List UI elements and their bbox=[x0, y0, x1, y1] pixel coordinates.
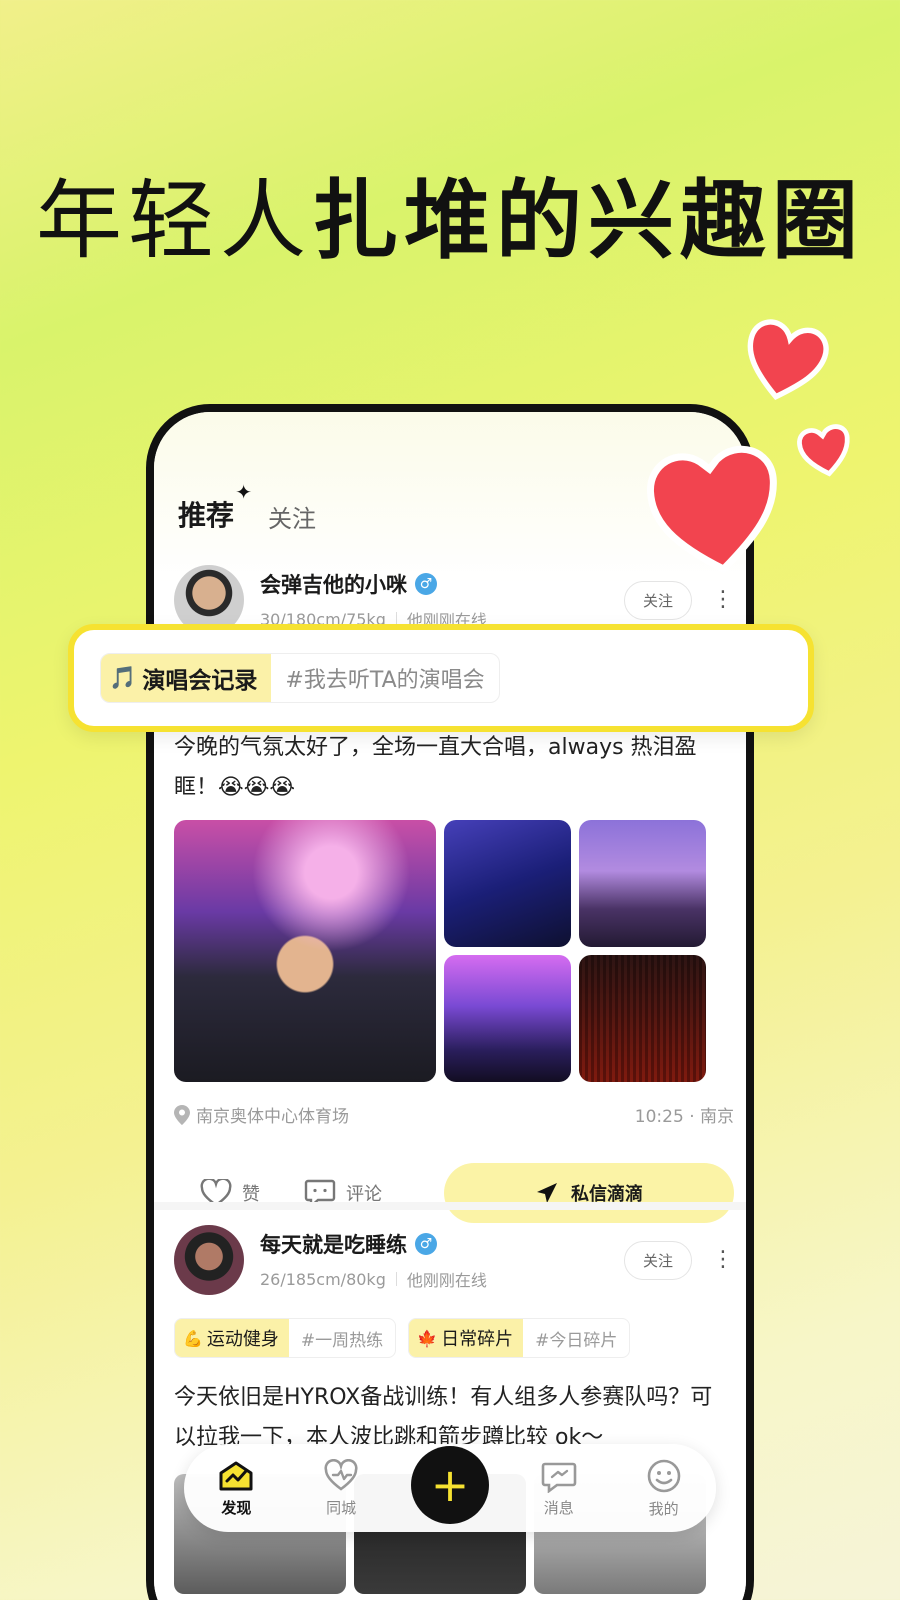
follow-button[interactable]: 关注 bbox=[623, 1240, 692, 1280]
topic-chip[interactable]: 💪 运动健身 #一周热练 bbox=[174, 1318, 397, 1358]
message-icon bbox=[541, 1462, 577, 1493]
topic-name: 日常碎片 bbox=[441, 1329, 514, 1350]
concert-selfie-photo[interactable] bbox=[174, 820, 436, 1082]
discover-icon bbox=[219, 1461, 253, 1490]
nearby-heart-icon bbox=[324, 1458, 358, 1491]
post-text: 今晚的气氛太好了，全场一直大合唱，always 热泪盈眶！😭😭😭 bbox=[174, 735, 697, 800]
crowd-lights-photo[interactable] bbox=[444, 955, 571, 1082]
location[interactable]: 南京奥体中心体育场 bbox=[174, 1102, 349, 1127]
male-gender-icon: ♂ bbox=[415, 573, 437, 595]
online-status: 他刚刚在线 bbox=[406, 1271, 487, 1290]
username[interactable]: 每天就是吃睡练 ♂ bbox=[260, 1229, 624, 1259]
username-label: 会弹吉他的小咪 bbox=[260, 573, 407, 597]
smiley-icon bbox=[647, 1459, 680, 1492]
location-label: 南京奥体中心体育场 bbox=[196, 1107, 349, 1127]
post-plus-button[interactable]: + bbox=[410, 1446, 489, 1524]
topic-highlight-card: 🎵 演唱会记录 #我去听TA的演唱会 bbox=[68, 624, 814, 732]
more-vertical-icon[interactable]: ⋮ bbox=[712, 1249, 734, 1271]
topic-tag: #今日碎片 bbox=[535, 1330, 618, 1351]
heart-icon bbox=[747, 319, 829, 401]
user-stats: 26/185cm/80kg 他刚刚在线 bbox=[260, 1267, 624, 1291]
topic-chip[interactable]: 🍁 日常碎片 #今日碎片 bbox=[408, 1318, 631, 1358]
post-card: 每天就是吃睡练 ♂ 26/185cm/80kg 他刚刚在线 关注 ⋮ 💪 运动健身… bbox=[174, 1224, 734, 1594]
music-note-icon: 🎵 bbox=[109, 665, 137, 691]
avatar[interactable] bbox=[174, 1225, 244, 1295]
bottom-tab-bar: 发现 同城 + 消息 我的 bbox=[184, 1444, 716, 1532]
post-time: 10:25 · 南京 bbox=[634, 1107, 734, 1127]
topic-tag: #一周热练 bbox=[300, 1330, 384, 1351]
tab-recommend[interactable]: 推荐 ✦ bbox=[173, 480, 252, 534]
topic-name: 演唱会记录 bbox=[142, 668, 258, 694]
location-pin-icon bbox=[174, 1104, 190, 1125]
flexed-arm-icon: 💪 bbox=[183, 1328, 203, 1348]
divider bbox=[395, 1272, 397, 1286]
topic-chip[interactable]: 🎵 演唱会记录 #我去听TA的演唱会 bbox=[100, 653, 500, 703]
photo-grid bbox=[174, 820, 706, 1082]
leaf-icon: 🍁 bbox=[417, 1328, 438, 1348]
post-header: 每天就是吃睡练 ♂ 26/185cm/80kg 他刚刚在线 关注 ⋮ bbox=[174, 1224, 734, 1296]
tab-me-label: 我的 bbox=[648, 1499, 679, 1518]
promo-headline: 年轻人扎堆的兴趣圈 bbox=[0, 150, 900, 275]
more-vertical-icon[interactable]: ⋮ bbox=[712, 589, 734, 611]
sparkle-icon: ✦ bbox=[235, 480, 253, 504]
tab-nearby[interactable]: 同城 bbox=[306, 1458, 376, 1518]
tab-me[interactable]: 我的 bbox=[629, 1458, 699, 1519]
dm-button[interactable]: 私信滴滴 bbox=[444, 1163, 734, 1223]
body-stats: 26/185cm/80kg bbox=[260, 1269, 386, 1289]
username-label: 每天就是吃睡练 bbox=[260, 1233, 407, 1257]
lightsticks-photo[interactable] bbox=[444, 820, 571, 947]
headline-bold: 扎堆的兴趣圈 bbox=[312, 171, 864, 271]
heart-icon bbox=[797, 424, 850, 477]
phone-mockup: 推荐 ✦ 关注 会弹吉他的小咪 ♂ 30/180cm/75kg 他刚刚在线 关注… bbox=[146, 404, 754, 1600]
tab-following[interactable]: 关注 bbox=[268, 499, 316, 534]
location-row: 南京奥体中心体育场 10:25 · 南京 bbox=[174, 1102, 734, 1127]
tab-recommend-label: 推荐 bbox=[178, 499, 235, 532]
username[interactable]: 会弹吉他的小咪 ♂ bbox=[260, 569, 624, 599]
follow-button[interactable]: 关注 bbox=[623, 580, 692, 620]
male-gender-icon: ♂ bbox=[415, 1233, 437, 1255]
heart-icon bbox=[646, 445, 777, 574]
tab-messages[interactable]: 消息 bbox=[524, 1459, 594, 1518]
action-row: 赞 评论 私信滴滴 bbox=[174, 1163, 734, 1223]
stadium-crowd-photo[interactable] bbox=[579, 955, 706, 1082]
topic-name: 运动健身 bbox=[206, 1329, 279, 1350]
tab-discover-label: 发现 bbox=[221, 1498, 252, 1517]
topic-tag: #我去听TA的演唱会 bbox=[285, 668, 485, 693]
tab-nearby-label: 同城 bbox=[326, 1498, 357, 1517]
post-divider bbox=[154, 1202, 746, 1210]
topic-chips: 💪 运动健身 #一周热练 🍁 日常碎片 #今日碎片 bbox=[174, 1318, 734, 1358]
tab-discover[interactable]: 发现 bbox=[201, 1459, 271, 1518]
headline-light: 年轻人 bbox=[36, 171, 312, 271]
tab-messages-label: 消息 bbox=[543, 1498, 574, 1517]
feed-tabs: 推荐 ✦ 关注 bbox=[173, 480, 316, 534]
stage-photo[interactable] bbox=[579, 820, 706, 947]
